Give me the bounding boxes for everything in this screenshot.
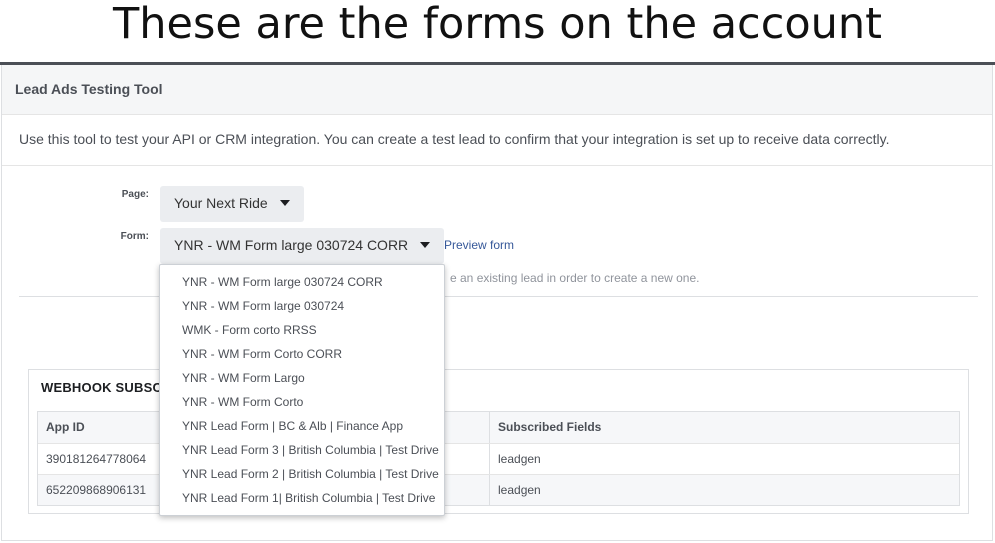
form-label: Form: xyxy=(120,231,149,242)
subscribed-fields-cell: leadgen xyxy=(498,483,541,497)
form-select-value: YNR - WM Form large 030724 CORR xyxy=(174,237,409,253)
dropdown-option[interactable]: YNR Lead Form 2 | British Columbia | Tes… xyxy=(160,462,444,486)
preview-form-link[interactable]: Preview form xyxy=(444,238,514,252)
page-label: Page: xyxy=(121,189,149,200)
divider xyxy=(2,165,992,166)
webhook-title: WEBHOOK SUBSC xyxy=(41,380,163,395)
form-select[interactable]: YNR - WM Form large 030724 CORR xyxy=(160,228,445,264)
subscribed-fields-cell: leadgen xyxy=(498,452,541,466)
column-header-subscribed-fields: Subscribed Fields xyxy=(498,420,602,434)
panel-header: Lead Ads Testing Tool xyxy=(2,65,992,115)
dropdown-option[interactable]: YNR - WM Form Corto CORR xyxy=(160,342,444,366)
dropdown-option[interactable]: YNR Lead Form 3 | British Columbia | Tes… xyxy=(160,438,444,462)
caret-down-icon xyxy=(420,242,431,249)
dropdown-option[interactable]: YNR Lead Form | BC & Alb | Finance App xyxy=(160,414,444,438)
image-caption: These are the forms on the account xyxy=(112,0,883,49)
page-select[interactable]: Your Next Ride xyxy=(160,186,304,222)
hint-text: e an existing lead in order to create a … xyxy=(450,271,700,285)
form-dropdown-menu: YNR - WM Form large 030724 CORR YNR - WM… xyxy=(159,264,445,516)
lead-ads-testing-panel: Lead Ads Testing Tool Use this tool to t… xyxy=(1,65,993,541)
panel-description: Use this tool to test your API or CRM in… xyxy=(19,131,890,147)
dropdown-option[interactable]: YNR - WM Form large 030724 xyxy=(160,294,444,318)
page-select-value: Your Next Ride xyxy=(174,195,268,211)
panel-title: Lead Ads Testing Tool xyxy=(15,81,163,97)
dropdown-option[interactable]: YNR - WM Form Largo xyxy=(160,366,444,390)
caret-down-icon xyxy=(279,200,290,207)
dropdown-option[interactable]: YNR Lead Form 1| British Columbia | Test… xyxy=(160,486,444,510)
dropdown-option[interactable]: YNR - WM Form Corto xyxy=(160,390,444,414)
dropdown-option[interactable]: WMK - Form corto RRSS xyxy=(160,318,444,342)
dropdown-option[interactable]: YNR - WM Form large 030724 CORR xyxy=(160,270,444,294)
